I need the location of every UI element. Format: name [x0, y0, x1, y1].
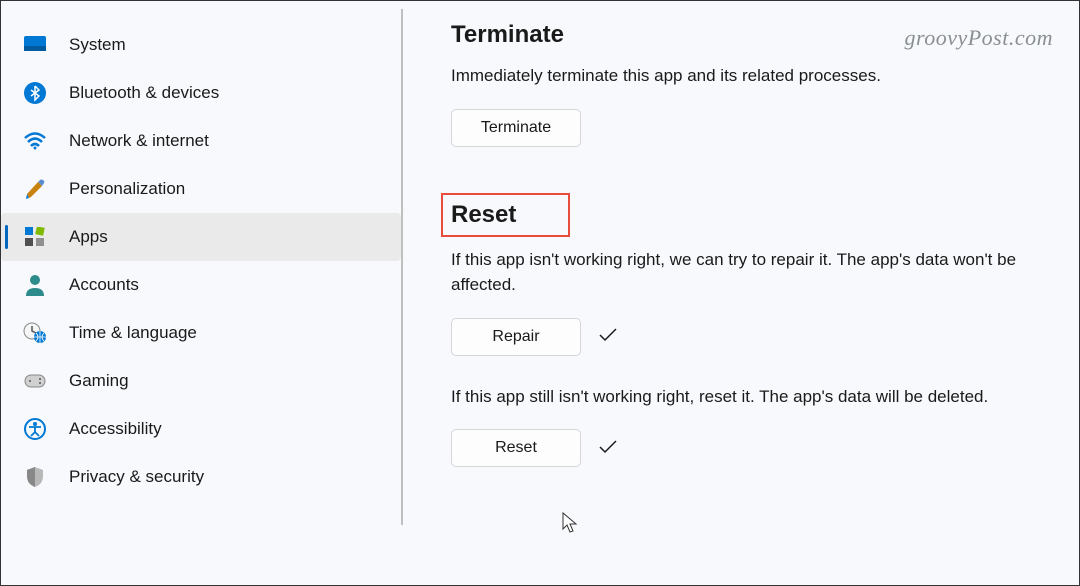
reset-heading-highlight: Reset: [441, 193, 570, 237]
repair-button[interactable]: Repair: [451, 318, 581, 356]
reset-checkmark-icon: [599, 438, 617, 459]
repair-description: If this app isn't working right, we can …: [451, 247, 1049, 298]
sidebar-item-label: Bluetooth & devices: [69, 83, 219, 103]
settings-content: Terminate Immediately terminate this app…: [403, 1, 1079, 585]
reset-description: If this app still isn't working right, r…: [451, 384, 1049, 410]
sidebar-item-accessibility[interactable]: Accessibility: [1, 405, 401, 453]
wifi-icon: [23, 129, 47, 153]
sidebar-item-system[interactable]: System: [1, 21, 401, 69]
sidebar-item-label: Apps: [69, 227, 108, 247]
sidebar-item-network[interactable]: Network & internet: [1, 117, 401, 165]
sidebar-item-label: Accessibility: [69, 419, 162, 439]
gamepad-icon: [23, 369, 47, 393]
sidebar-item-label: Time & language: [69, 323, 197, 343]
settings-sidebar: System Bluetooth & devices Network & int…: [1, 1, 401, 585]
sidebar-item-label: System: [69, 35, 126, 55]
sidebar-item-personalization[interactable]: Personalization: [1, 165, 401, 213]
sidebar-item-time-language[interactable]: Time & language: [1, 309, 401, 357]
sidebar-item-label: Gaming: [69, 371, 129, 391]
shield-icon: [23, 465, 47, 489]
sidebar-item-bluetooth[interactable]: Bluetooth & devices: [1, 69, 401, 117]
sidebar-item-label: Privacy & security: [69, 467, 204, 487]
terminate-description: Immediately terminate this app and its r…: [451, 63, 1049, 89]
sidebar-item-privacy[interactable]: Privacy & security: [1, 453, 401, 501]
sidebar-item-label: Network & internet: [69, 131, 209, 151]
paintbrush-icon: [23, 177, 47, 201]
sidebar-item-apps[interactable]: Apps: [1, 213, 401, 261]
bluetooth-icon: [23, 81, 47, 105]
sidebar-item-label: Personalization: [69, 179, 185, 199]
terminate-button[interactable]: Terminate: [451, 109, 581, 147]
watermark-text: groovyPost.com: [904, 25, 1053, 51]
sidebar-item-label: Accounts: [69, 275, 139, 295]
reset-heading: Reset: [451, 201, 516, 229]
system-icon: [23, 33, 47, 57]
apps-icon: [23, 225, 47, 249]
reset-button[interactable]: Reset: [451, 429, 581, 467]
sidebar-item-accounts[interactable]: Accounts: [1, 261, 401, 309]
sidebar-item-gaming[interactable]: Gaming: [1, 357, 401, 405]
accessibility-icon: [23, 417, 47, 441]
repair-checkmark-icon: [599, 326, 617, 347]
person-icon: [23, 273, 47, 297]
clock-globe-icon: [23, 321, 47, 345]
